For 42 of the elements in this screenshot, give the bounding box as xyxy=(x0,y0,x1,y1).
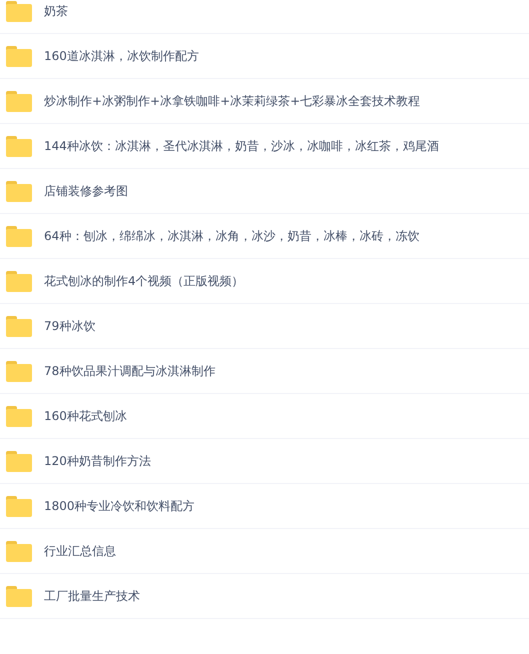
folder-row[interactable]: 花式刨冰的制作4个视频（正版视频） xyxy=(0,259,529,304)
folder-icon xyxy=(6,136,32,156)
folder-name: 工厂批量生产技术 xyxy=(44,588,140,604)
folder-icon xyxy=(6,406,32,426)
folder-row[interactable]: 79种冰饮 xyxy=(0,304,529,349)
folder-row[interactable]: 120种奶昔制作方法 xyxy=(0,439,529,484)
folder-icon xyxy=(6,496,32,516)
folder-row[interactable]: 160道冰淇淋，冰饮制作配方 xyxy=(0,34,529,79)
folder-row[interactable]: 1800种专业冷饮和饮料配方 xyxy=(0,484,529,529)
folder-icon xyxy=(6,226,32,246)
folder-icon xyxy=(6,46,32,66)
folder-row[interactable]: 店铺装修参考图 xyxy=(0,169,529,214)
folder-name: 店铺装修参考图 xyxy=(44,182,128,200)
folder-row[interactable]: 160种花式刨冰 xyxy=(0,394,529,439)
folder-icon xyxy=(6,270,32,292)
folder-icon xyxy=(6,450,32,472)
folder-row[interactable]: 64种：刨冰，绵绵冰，冰淇淋，冰角，冰沙，奶昔，冰棒，冰砖，冻饮 xyxy=(0,214,529,259)
folder-row[interactable]: 炒冰制作+冰粥制作+冰拿铁咖啡+冰茉莉绿茶+七彩暴冰全套技术教程 xyxy=(0,79,529,124)
folder-row[interactable]: 78种饮品果汁调配与冰淇淋制作 xyxy=(0,349,529,394)
folder-row[interactable]: 奶茶 xyxy=(0,0,529,34)
folder-name: 120种奶昔制作方法 xyxy=(44,452,151,470)
folder-row[interactable]: 144种冰饮：冰淇淋，圣代冰淇淋，奶昔，沙冰，冰咖啡，冰红茶，鸡尾酒 xyxy=(0,124,529,169)
folder-name: 79种冰饮 xyxy=(44,318,96,334)
folder-name: 160道冰淇淋，冰饮制作配方 xyxy=(44,48,199,64)
folder-name: 64种：刨冰，绵绵冰，冰淇淋，冰角，冰沙，奶昔，冰棒，冰砖，冻饮 xyxy=(44,228,420,244)
folder-icon xyxy=(6,90,32,112)
folder-name: 144种冰饮：冰淇淋，圣代冰淇淋，奶昔，沙冰，冰咖啡，冰红茶，鸡尾酒 xyxy=(44,138,439,154)
folder-icon xyxy=(6,0,32,22)
folder-name: 160种花式刨冰 xyxy=(44,408,127,424)
folder-name: 78种饮品果汁调配与冰淇淋制作 xyxy=(44,362,216,380)
folder-name: 花式刨冰的制作4个视频（正版视频） xyxy=(44,272,244,290)
folder-icon xyxy=(6,180,32,202)
folder-icon xyxy=(6,586,32,606)
folder-name: 炒冰制作+冰粥制作+冰拿铁咖啡+冰茉莉绿茶+七彩暴冰全套技术教程 xyxy=(44,92,420,110)
folder-row[interactable]: 工厂批量生产技术 xyxy=(0,574,529,619)
folder-icon xyxy=(6,540,32,562)
folder-name: 行业汇总信息 xyxy=(44,542,116,560)
folder-name: 1800种专业冷饮和饮料配方 xyxy=(44,498,195,514)
folder-icon xyxy=(6,316,32,336)
folder-name: 奶茶 xyxy=(44,2,68,20)
folder-icon xyxy=(6,360,32,382)
folder-row[interactable]: 行业汇总信息 xyxy=(0,529,529,574)
